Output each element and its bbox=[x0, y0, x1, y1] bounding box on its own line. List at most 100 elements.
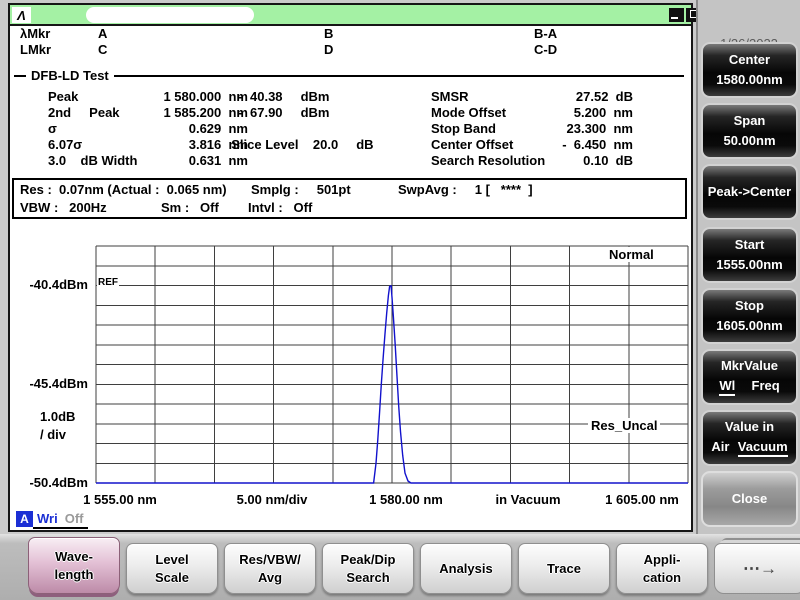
start-label: Start bbox=[734, 237, 765, 252]
stop-button[interactable]: Stop 1605.00nm bbox=[701, 288, 798, 344]
fkey-more-arrow[interactable]: ⋯→ bbox=[714, 543, 800, 594]
fkey-label: Peak/Dip bbox=[340, 551, 396, 567]
function-key-bar: Wave- length Level Scale Res/VBW/ Avg Pe… bbox=[0, 534, 800, 600]
fkey-analysis[interactable]: Analysis bbox=[420, 543, 512, 594]
wavelength-option[interactable]: Wl bbox=[719, 378, 736, 396]
result-extra: Slice Level 20.0 dB bbox=[224, 137, 374, 152]
fkey-label: Res/VBW/ bbox=[239, 551, 301, 567]
result-label: SMSR bbox=[431, 89, 469, 104]
marker-b-label: B bbox=[324, 26, 334, 41]
result-label: 6.07σ bbox=[48, 137, 83, 152]
close-button[interactable]: Close bbox=[701, 471, 798, 527]
peak-to-center-label: Peak->Center bbox=[707, 184, 792, 199]
marker-a-label: A bbox=[98, 26, 108, 41]
sweep-settings-box: Res : 0.07nm (Actual : 0.065 nm) Smplg :… bbox=[12, 178, 687, 219]
trace-off-state: Off bbox=[64, 511, 84, 526]
lambda-marker-label: λMkr bbox=[20, 26, 51, 41]
title-bar: Λ bbox=[10, 5, 701, 26]
res-uncal-annotation: Res_Uncal bbox=[588, 418, 661, 433]
x-axis-stop-label: 1 605.00 nm bbox=[605, 492, 679, 507]
brand-logo-icon: Λ bbox=[12, 7, 31, 23]
fkey-label: Trace bbox=[547, 560, 581, 576]
analyzer-window: Λ λMkr A B B-A LMkr C D C-D DFB-LD Test … bbox=[8, 3, 701, 532]
fkey-level-scale[interactable]: Level Scale bbox=[126, 543, 218, 594]
ref-level-annotation: REF bbox=[97, 277, 119, 288]
fkey-peak-dip-search[interactable]: Peak/Dip Search bbox=[322, 543, 414, 594]
value-in-button[interactable]: Value in Air Vacuum bbox=[701, 410, 798, 466]
center-button[interactable]: Center 1580.00nm bbox=[701, 42, 798, 98]
fkey-application[interactable]: Appli- cation bbox=[616, 543, 708, 594]
marker-value-button[interactable]: MkrValue Wl Freq bbox=[701, 349, 798, 405]
fkey-label: length bbox=[54, 566, 94, 582]
result-value: 0.631 nm bbox=[188, 153, 248, 168]
fkey-label: Scale bbox=[155, 569, 189, 585]
res-setting: Res : 0.07nm (Actual : 0.065 nm) bbox=[20, 182, 227, 197]
result-label: 2nd Peak bbox=[48, 105, 120, 120]
x-axis-vacuum-label: in Vacuum bbox=[495, 492, 561, 507]
air-option[interactable]: Air bbox=[711, 439, 729, 457]
start-value: 1555.00nm bbox=[716, 257, 783, 272]
vbw-setting: VBW : 200Hz bbox=[20, 200, 107, 215]
trace-a-badge: A bbox=[16, 511, 33, 527]
swpavg-setting: SwpAvg : 1 [ **** ] bbox=[398, 182, 533, 197]
fkey-label: Wave- bbox=[55, 548, 93, 564]
intvl-setting: Intvl : Off bbox=[248, 200, 313, 215]
fkey-res-vbw-avg[interactable]: Res/VBW/ Avg bbox=[224, 543, 316, 594]
result-label: Stop Band bbox=[431, 121, 496, 136]
center-label: Center bbox=[728, 52, 771, 67]
x-axis-div-label: 5.00 nm/div bbox=[236, 492, 308, 507]
result-label: Peak bbox=[48, 89, 79, 104]
value-in-label: Value in bbox=[724, 418, 775, 434]
y-axis-ref-label: -40.4dBm bbox=[29, 277, 88, 292]
sm-setting: Sm : Off bbox=[161, 200, 219, 215]
result-value: 27.52 dB bbox=[575, 89, 633, 104]
redacted-title-area bbox=[86, 7, 254, 23]
arrow-icon: ⋯→ bbox=[743, 558, 777, 578]
fkey-label: Analysis bbox=[439, 560, 493, 576]
fkey-label: Avg bbox=[257, 569, 283, 585]
result-extra: - 40.38 dBm bbox=[224, 89, 330, 104]
trace-mode-annotation: Normal bbox=[606, 247, 657, 262]
marker-cd-label: C-D bbox=[534, 42, 558, 57]
result-value: 23.300 nm bbox=[566, 121, 634, 136]
stop-value: 1605.00nm bbox=[716, 318, 783, 333]
stop-label: Stop bbox=[735, 298, 764, 313]
fkey-wavelength[interactable]: Wave- length bbox=[28, 537, 120, 594]
fkey-trace[interactable]: Trace bbox=[518, 543, 610, 594]
softkey-panel: 1/26/2022 17:36:52 Center 1580.00nm Span… bbox=[696, 0, 800, 538]
x-axis-start-label: 1 555.00 nm bbox=[83, 492, 157, 507]
y-axis-mid-label: -45.4dBm bbox=[29, 376, 88, 391]
span-label: Span bbox=[733, 113, 766, 128]
spectrum-chart bbox=[95, 245, 689, 484]
result-value: 5.200 nm bbox=[573, 105, 633, 120]
trace-status: A Wri Off bbox=[16, 511, 88, 529]
result-value: 0.629 nm bbox=[188, 121, 248, 136]
y-scale-label: 1.0dB bbox=[40, 409, 76, 424]
result-value: - 6.450 nm bbox=[562, 137, 633, 152]
span-value: 50.00nm bbox=[723, 133, 776, 148]
fkey-label: cation bbox=[642, 569, 682, 585]
fkey-label: Level bbox=[155, 551, 189, 567]
minimize-icon[interactable] bbox=[669, 8, 684, 22]
level-marker-label: LMkr bbox=[20, 42, 52, 57]
fkey-label: Appli- bbox=[643, 551, 681, 567]
marker-d-label: D bbox=[324, 42, 334, 57]
section-divider: DFB-LD Test bbox=[14, 68, 684, 83]
marker-c-label: C bbox=[98, 42, 108, 57]
span-button[interactable]: Span 50.00nm bbox=[701, 103, 798, 159]
result-extra: - 67.90 dBm bbox=[224, 105, 330, 120]
x-axis-center-label: 1 580.00 nm bbox=[369, 492, 443, 507]
section-title: DFB-LD Test bbox=[26, 68, 114, 83]
trace-write-mode: Wri bbox=[37, 511, 58, 526]
marker-value-label: MkrValue bbox=[720, 357, 779, 373]
y-scale-div-label: / div bbox=[40, 427, 67, 442]
vacuum-option[interactable]: Vacuum bbox=[737, 439, 788, 457]
close-label: Close bbox=[731, 491, 768, 506]
frequency-option[interactable]: Freq bbox=[752, 378, 780, 396]
start-button[interactable]: Start 1555.00nm bbox=[701, 227, 798, 283]
center-value: 1580.00nm bbox=[716, 72, 783, 87]
peak-to-center-button[interactable]: Peak->Center bbox=[701, 164, 798, 220]
smplg-setting: Smplg : 501pt bbox=[251, 182, 351, 197]
y-axis-bottom-label: -50.4dBm bbox=[29, 475, 88, 490]
marker-ba-label: B-A bbox=[534, 26, 558, 41]
